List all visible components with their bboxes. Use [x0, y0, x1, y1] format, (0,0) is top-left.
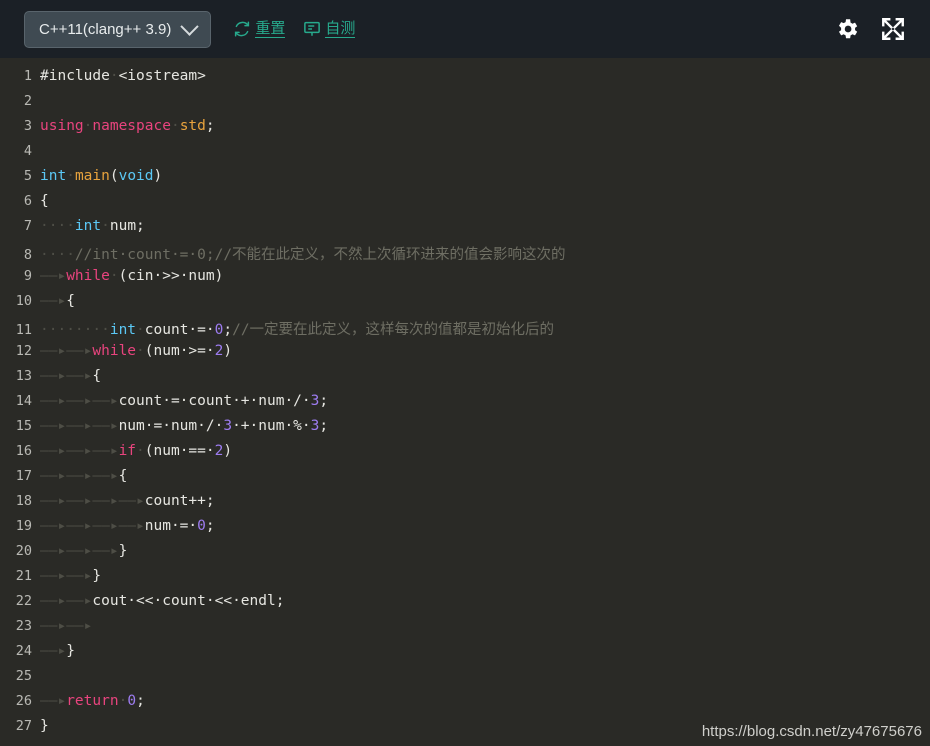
code-line-text: ——▸while·(cin·>>·num) [40, 268, 224, 284]
monitor-icon [303, 20, 321, 38]
code-line-text: ——▸——▸{ [40, 368, 102, 384]
reset-button-label: 重置 [255, 20, 286, 38]
code-line: 6{ [0, 193, 930, 218]
line-number: 18 [15, 493, 32, 509]
code-line-text: ——▸——▸cout·<<·count·<<·endl; [40, 593, 285, 609]
code-line-text: ——▸——▸——▸if·(num·==·2) [40, 443, 233, 459]
code-line-text: ——▸——▸——▸{ [40, 468, 128, 484]
code-line-text: { [40, 193, 49, 209]
line-number: 22 [15, 593, 32, 609]
line-number: 2 [23, 93, 32, 109]
line-number: 6 [23, 193, 32, 209]
code-line: 24 ——▸} [0, 643, 930, 668]
line-number: 9 [23, 268, 32, 284]
code-line-text: ——▸——▸——▸num·=·num·/·3·+·num·%·3; [40, 418, 329, 434]
toolbar-actions: 重置 自测 [233, 20, 356, 38]
code-line: 15 ——▸——▸——▸num·=·num·/·3·+·num·%·3; [0, 418, 930, 443]
code-line-text: ——▸return·0; [40, 693, 145, 709]
code-line-text: ——▸——▸——▸} [40, 543, 128, 559]
code-line-text: ········int·count·=·0;//一定要在此定义，这样每次的值都是… [40, 322, 555, 338]
code-line-text: #include·<iostream> [40, 68, 206, 84]
code-line-text: ——▸——▸——▸——▸num·=·0; [40, 518, 215, 534]
line-number: 5 [23, 168, 32, 184]
code-line: 1 #include·<iostream> [0, 68, 930, 93]
code-line: 12 ——▸——▸while·(num·>=·2) [0, 343, 930, 368]
code-line: 8 ····//int·count·=·0;//不能在此定义，不然上次循环进来的值… [0, 243, 930, 268]
code-line: 22 ——▸——▸cout·<<·count·<<·endl; [0, 593, 930, 618]
code-line: 3 using·namespace·std; [0, 118, 930, 143]
editor-toolbar: C++11(clang++ 3.9) 重置 自测 [0, 0, 930, 58]
refresh-icon [233, 20, 251, 38]
code-line-text: ——▸——▸ [40, 618, 93, 634]
code-line-text: } [40, 718, 49, 734]
code-line: 17 ——▸——▸——▸{ [0, 468, 930, 493]
toolbar-right-icons [834, 16, 914, 42]
reset-button[interactable]: 重置 [233, 20, 286, 38]
selftest-button-label: 自测 [325, 20, 356, 38]
code-line-text: ——▸} [40, 643, 75, 659]
line-number: 27 [15, 718, 32, 734]
code-line: 2 [0, 93, 930, 118]
gear-icon[interactable] [834, 16, 860, 42]
line-number: 10 [15, 293, 32, 309]
line-number: 23 [15, 618, 32, 634]
line-number: 8 [23, 247, 32, 263]
line-number: 3 [23, 118, 32, 134]
line-number: 16 [15, 443, 32, 459]
line-number: 1 [23, 68, 32, 84]
code-line: 16 ——▸——▸——▸if·(num·==·2) [0, 443, 930, 468]
line-number: 7 [23, 218, 32, 234]
watermark-text: https://blog.csdn.net/zy47675676 [701, 723, 922, 740]
code-line: 13 ——▸——▸{ [0, 368, 930, 393]
code-line-text: int·main(void) [40, 168, 163, 184]
line-number: 21 [15, 568, 32, 584]
language-selector-label: C++11(clang++ 3.9) [39, 20, 172, 38]
code-line-text: ——▸——▸——▸count·=·count·+·num·/·3; [40, 393, 329, 409]
code-line: 19 ——▸——▸——▸——▸num·=·0; [0, 518, 930, 543]
line-number: 11 [15, 322, 32, 338]
code-line: 25 [0, 668, 930, 693]
code-line: 23 ——▸——▸ [0, 618, 930, 643]
code-line-text: ····int·num; [40, 218, 145, 234]
line-number: 25 [15, 668, 32, 684]
line-number: 26 [15, 693, 32, 709]
code-line: 5 int·main(void) [0, 168, 930, 193]
chevron-down-icon [180, 16, 200, 36]
language-selector[interactable]: C++11(clang++ 3.9) [24, 10, 212, 48]
code-line: 14 ——▸——▸——▸count·=·count·+·num·/·3; [0, 393, 930, 418]
code-line-text: using·namespace·std; [40, 118, 215, 134]
code-line-text: ——▸——▸} [40, 568, 102, 584]
line-number: 15 [15, 418, 32, 434]
code-line: 10 ——▸{ [0, 293, 930, 318]
code-line: 21 ——▸——▸} [0, 568, 930, 593]
code-line-text: ——▸{ [40, 293, 75, 309]
code-line: 4 [0, 143, 930, 168]
line-number: 4 [23, 143, 32, 159]
line-number: 24 [15, 643, 32, 659]
code-line: 18 ——▸——▸——▸——▸count++; [0, 493, 930, 518]
code-content[interactable]: 1 #include·<iostream> 2 3 using·namespace·st… [0, 58, 930, 743]
line-number: 12 [15, 343, 32, 359]
code-line: 7 ····int·num; [0, 218, 930, 243]
code-line: 20 ——▸——▸——▸} [0, 543, 930, 568]
line-number: 14 [15, 393, 32, 409]
code-editor-window: C++11(clang++ 3.9) 重置 自测 1 #include·<ios… [0, 0, 930, 746]
code-line-text: ——▸——▸——▸——▸count++; [40, 493, 215, 509]
line-number: 13 [15, 368, 32, 384]
selftest-button[interactable]: 自测 [303, 20, 356, 38]
code-line: 11 ········int·count·=·0;//一定要在此定义，这样每次的值… [0, 318, 930, 343]
line-number: 17 [15, 468, 32, 484]
code-line: 9 ——▸while·(cin·>>·num) [0, 268, 930, 293]
line-number: 20 [15, 543, 32, 559]
code-line-text: ····//int·count·=·0;//不能在此定义，不然上次循环进来的值会… [40, 247, 566, 263]
line-number: 19 [15, 518, 32, 534]
code-line-text: ——▸——▸while·(num·>=·2) [40, 343, 233, 359]
code-line: 26 ——▸return·0; [0, 693, 930, 718]
expand-icon[interactable] [880, 16, 906, 42]
